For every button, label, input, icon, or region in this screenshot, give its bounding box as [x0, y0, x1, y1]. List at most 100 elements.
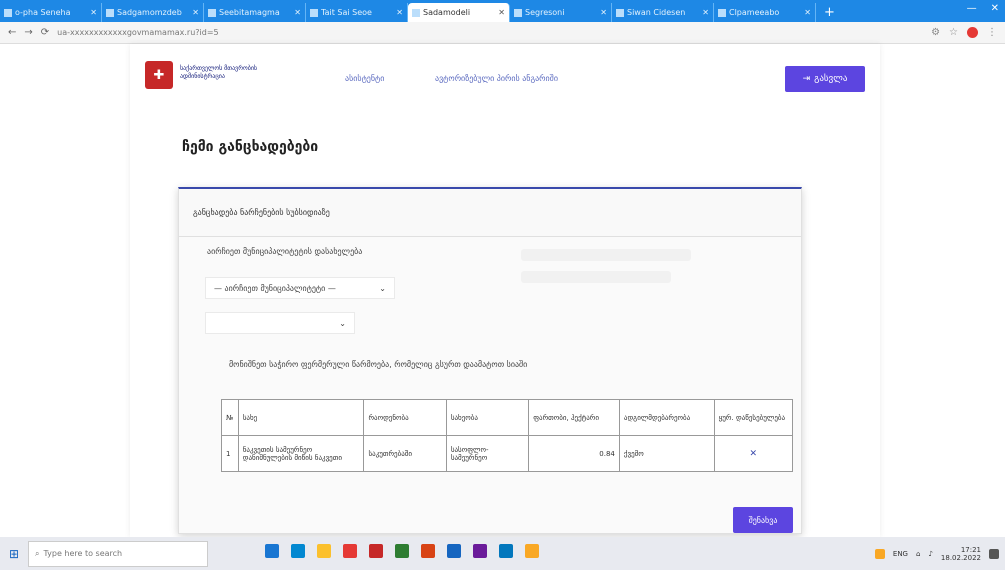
url-field[interactable]: ua-xxxxxxxxxxxxgovmamamax.ru?id=5: [57, 28, 923, 37]
weather-icon[interactable]: [874, 549, 885, 559]
favicon-icon: [718, 8, 726, 17]
browser-tab[interactable]: Segresoni ✕: [510, 3, 612, 22]
language-indicator[interactable]: ENG: [893, 550, 908, 558]
close-tab-icon[interactable]: ✕: [702, 8, 709, 17]
forward-icon[interactable]: →: [24, 27, 32, 38]
cell-num: 1: [221, 435, 239, 472]
instruction-text: მონიშნეთ საჭირო ფერმერული წარმოება, რომე…: [229, 360, 528, 369]
favicon-icon: [4, 8, 12, 17]
remove-row-icon[interactable]: ✕: [713, 435, 794, 472]
content-container: ✚ საქართველოს მთავრობის ადმინისტრაცია ას…: [130, 44, 880, 537]
browser-tab[interactable]: Clpameeabo ✕: [714, 3, 816, 22]
window-controls: — ✕: [967, 3, 999, 14]
application-card: განცხადება ნარჩენების სუბსიდიაზე აირჩიეთ…: [178, 187, 802, 534]
favicon-icon: [616, 8, 624, 17]
browser-tab[interactable]: o-pha Seneha ✕: [0, 3, 102, 22]
close-tab-icon[interactable]: ✕: [192, 8, 199, 17]
clock[interactable]: 17:21 18.02.2022: [941, 546, 981, 562]
new-tab-button[interactable]: +: [816, 3, 843, 22]
powerpoint-icon[interactable]: [421, 544, 435, 558]
cell-qty: საკუთრებაში: [363, 435, 447, 472]
table-header-row: № სახე რაოდენობა სახეობა ფართობი, ჰექტარ…: [221, 399, 794, 436]
nav-link-account[interactable]: ავტორიზებული პირის ანგარიში: [435, 74, 558, 83]
menu-icon[interactable]: ⋮: [987, 27, 997, 38]
browser-tab[interactable]: Sadgamomzdeb ✕: [102, 3, 204, 22]
logo-text: საქართველოს მთავრობის ადმინისტრაცია: [180, 65, 258, 80]
close-tab-icon[interactable]: ✕: [90, 8, 97, 17]
browser-tab-strip: o-pha Seneha ✕ Sadgamomzdeb ✕ Seebitamagma…: [0, 0, 1005, 22]
save-button[interactable]: შენახვა: [733, 507, 793, 533]
redacted-text: [521, 271, 671, 283]
cell-area: 0.84: [528, 435, 620, 472]
logout-icon: ⇥: [802, 74, 811, 84]
network-icon[interactable]: ⌂: [916, 550, 920, 558]
favicon-icon: [310, 8, 318, 17]
browser-tab-active[interactable]: Sadamodeli ✕: [408, 3, 510, 22]
opera-icon[interactable]: [369, 544, 383, 558]
close-window-icon[interactable]: ✕: [991, 3, 999, 14]
excel-icon[interactable]: [395, 544, 409, 558]
windows-start-icon[interactable]: ⊞: [0, 537, 28, 570]
toolbar-icons: ⚙ ☆ ⋮: [931, 27, 997, 38]
municipality-label: აირჩიეთ მუნიციპალიტეტის დასახელება: [207, 247, 363, 256]
app-icon[interactable]: [499, 544, 513, 558]
col-header-institution: ყურ. დაწესებულება: [713, 399, 794, 436]
taskbar: ⊞ ⌕ Type here to search ENG ⌂ ♪ 17:21 18…: [0, 537, 1005, 570]
chevron-down-icon: ⌄: [339, 318, 346, 328]
close-tab-icon[interactable]: ✕: [396, 8, 403, 17]
nav-link-assistant[interactable]: ასისტენტი: [345, 74, 384, 83]
favicon-icon: [514, 8, 522, 17]
minimize-icon[interactable]: —: [967, 3, 977, 14]
close-tab-icon[interactable]: ✕: [804, 8, 811, 17]
municipality-select[interactable]: — აირჩიეთ მუნიციპალიტეტი — ⌄: [205, 277, 395, 299]
bookmark-icon[interactable]: ☆: [949, 27, 958, 38]
cell-location: ქვემო: [618, 435, 715, 472]
back-icon[interactable]: ←: [8, 27, 16, 38]
secondary-select[interactable]: ⌄: [205, 312, 355, 334]
taskbar-search[interactable]: ⌕ Type here to search: [28, 540, 208, 567]
close-tab-icon[interactable]: ✕: [498, 8, 505, 17]
address-bar: ← → ⟳ ua-xxxxxxxxxxxxgovmamamax.ru?id=5 …: [0, 22, 1005, 44]
system-tray: ENG ⌂ ♪ 17:21 18.02.2022: [874, 546, 999, 562]
col-header-num: №: [221, 399, 239, 436]
cell-type: სასოფლო-სამეურნეო: [445, 435, 530, 472]
logout-button[interactable]: ⇥ გასვლა: [785, 66, 865, 92]
notification-icon[interactable]: [989, 549, 999, 559]
farm-table: № სახე რაოდენობა სახეობა ფართობი, ჰექტარ…: [221, 399, 794, 472]
reload-icon[interactable]: ⟳: [41, 27, 49, 38]
close-tab-icon[interactable]: ✕: [294, 8, 301, 17]
app-icon[interactable]: [473, 544, 487, 558]
col-header-location: ადგილმდებარეობა: [618, 399, 715, 436]
app-icon[interactable]: [343, 544, 357, 558]
page: ✚ საქართველოს მთავრობის ადმინისტრაცია ას…: [0, 44, 1005, 537]
col-header-name: სახე: [237, 399, 365, 436]
task-view-icon[interactable]: [265, 544, 279, 558]
card-body: აირჩიეთ მუნიციპალიტეტის დასახელება — აირ…: [179, 237, 801, 535]
favicon-icon: [106, 8, 114, 17]
redacted-text: [521, 249, 691, 261]
favicon-icon: [208, 8, 216, 17]
file-explorer-icon[interactable]: [317, 544, 331, 558]
chrome-icon[interactable]: [525, 544, 539, 558]
volume-icon[interactable]: ♪: [928, 550, 932, 558]
col-header-area: ფართობი, ჰექტარი: [528, 399, 620, 436]
col-header-type: სახეობა: [445, 399, 530, 436]
extension-icon[interactable]: ⚙: [931, 27, 940, 38]
close-tab-icon[interactable]: ✕: [600, 8, 607, 17]
coat-of-arms-icon[interactable]: ✚: [145, 61, 173, 89]
favicon-icon: [412, 8, 420, 17]
page-title: ჩემი განცხადებები: [182, 139, 319, 155]
pinned-apps: [265, 544, 539, 558]
browser-tab[interactable]: Tait Sai Seoe ✕: [306, 3, 408, 22]
card-header: განცხადება ნარჩენების სუბსიდიაზე: [179, 189, 801, 237]
col-header-qty: რაოდენობა: [363, 399, 447, 436]
word-icon[interactable]: [447, 544, 461, 558]
browser-tab[interactable]: Seebitamagma ✕: [204, 3, 306, 22]
profile-icon[interactable]: [967, 27, 978, 38]
table-row[interactable]: 1 ნაკვეთის სამეურნეო დანიშნულების მიწის …: [221, 435, 794, 472]
chevron-down-icon: ⌄: [379, 283, 386, 293]
cell-name: ნაკვეთის სამეურნეო დანიშნულების მიწის ნა…: [237, 435, 365, 472]
browser-tab[interactable]: Siwan Cidesen ✕: [612, 3, 714, 22]
search-icon: ⌕: [35, 548, 40, 558]
edge-icon[interactable]: [291, 544, 305, 558]
